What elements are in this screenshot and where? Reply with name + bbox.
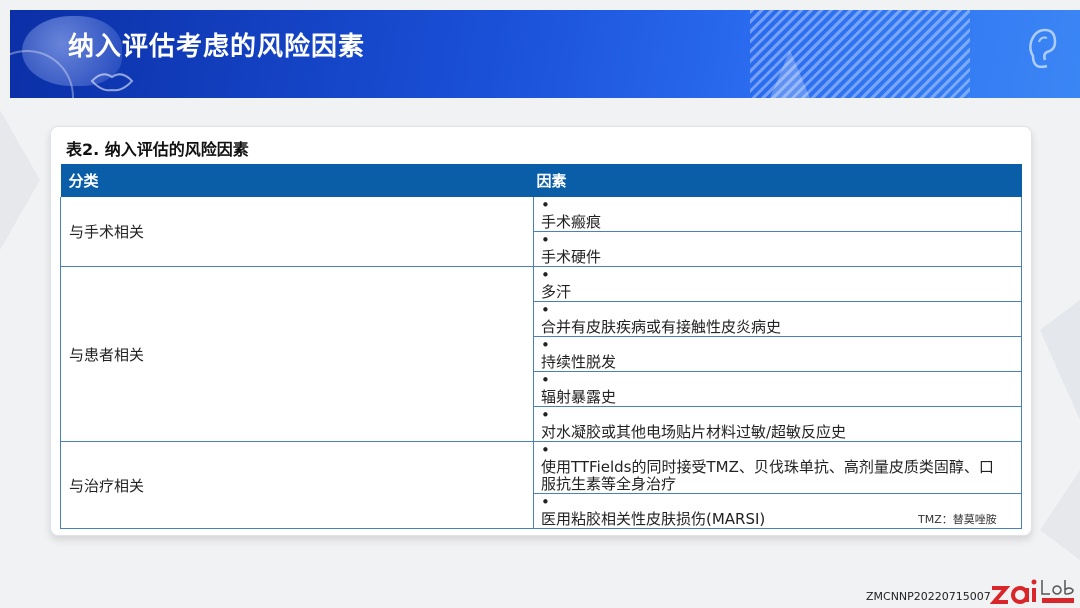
category-cell: 与患者相关 <box>60 266 534 442</box>
factor-cell: •手术硬件 <box>533 231 1022 267</box>
factor-cell: •多汗 <box>533 266 1022 302</box>
table-caption: 表2. 纳入评估的风险因素 <box>66 140 249 159</box>
factor-cell: •对水凝胶或其他电场贴片材料过敏/超敏反应史 <box>533 406 1022 442</box>
table-header-row: 分类 因素 <box>60 164 1022 197</box>
table-row: 与手术相关 •手术瘢痕 <box>60 197 1022 267</box>
factor-cell: •使用TTFields的同时接受TMZ、贝伐珠单抗、高剂量皮质类固醇、口服抗生素… <box>533 441 1022 494</box>
column-header-factor: 因素 <box>533 164 1022 197</box>
wave-decor <box>770 50 810 98</box>
document-code: ZMCNNP20220715007 <box>866 590 991 603</box>
factor-cell: •持续性脱发 <box>533 336 1022 372</box>
ear-icon <box>1029 28 1057 69</box>
table-row: 与患者相关 •多汗 <box>60 266 1022 442</box>
factor-cell: •辐射暴露史 <box>533 371 1022 407</box>
abbreviation-note: TMZ：替莫唑胺 <box>918 513 997 526</box>
header-banner: 纳入评估考虑的风险因素 <box>10 10 1080 98</box>
column-header-category: 分类 <box>60 164 534 197</box>
page-title: 纳入评估考虑的风险因素 <box>68 32 366 62</box>
risk-factor-table: 分类 因素 与手术相关 •手术瘢痕 •手术硬件 与患者相关 •多汗 •合并有皮肤… <box>60 164 1022 529</box>
category-cell: 与手术相关 <box>60 197 534 267</box>
zailab-logo-icon <box>990 579 1074 604</box>
lips-icon <box>90 73 134 92</box>
factor-cell: •手术瘢痕 <box>533 197 1022 232</box>
category-cell: 与治疗相关 <box>60 441 534 529</box>
table-row: 与治疗相关 •使用TTFields的同时接受TMZ、贝伐珠单抗、高剂量皮质类固醇… <box>60 441 1022 529</box>
factor-cell: •合并有皮肤疾病或有接触性皮炎病史 <box>533 301 1022 337</box>
